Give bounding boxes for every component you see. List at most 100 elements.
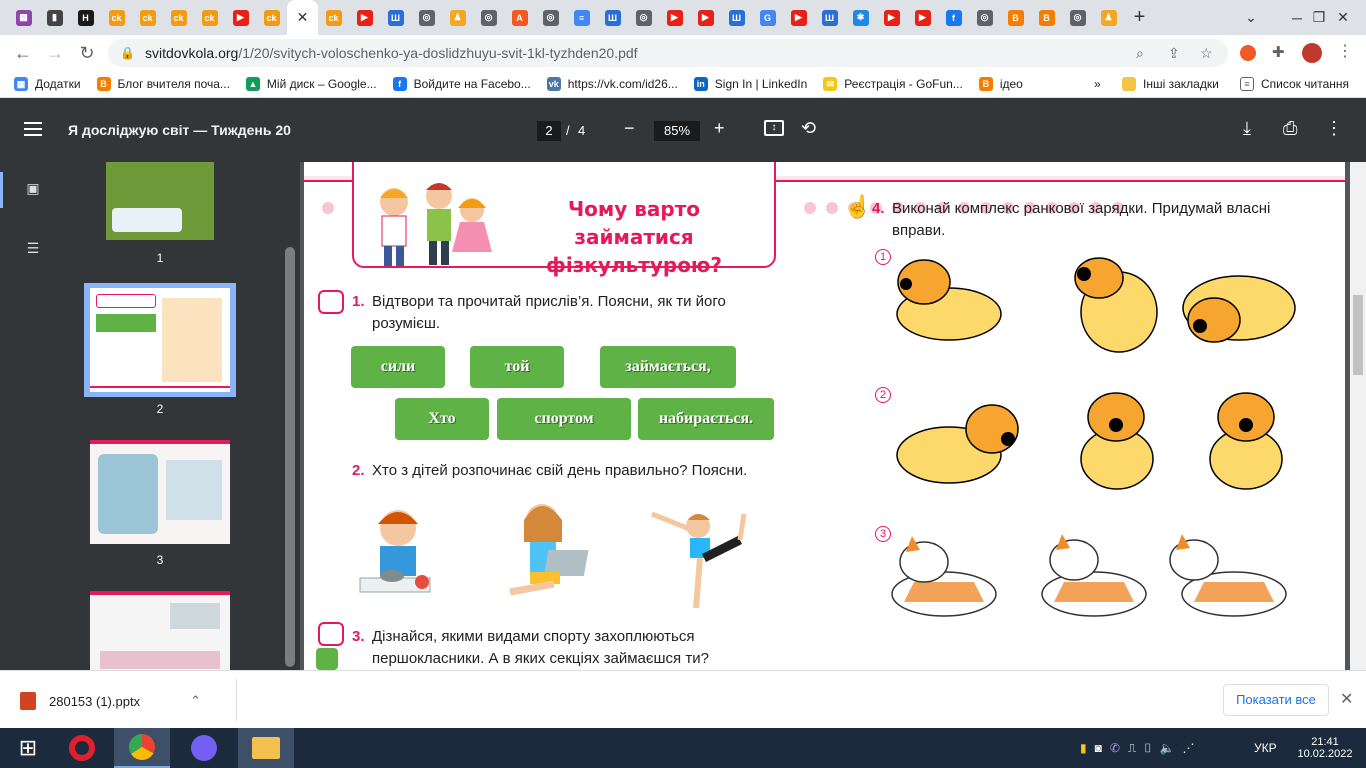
windows-start-icon[interactable]: ⊞ — [0, 728, 56, 768]
browser-tab[interactable]: ◎ — [969, 0, 1000, 35]
thumbnail-page-2[interactable] — [90, 288, 230, 392]
viber-icon[interactable] — [176, 728, 232, 768]
tab-search-icon[interactable]: ⌄ — [1228, 0, 1274, 35]
bookmark-item[interactable]: f Войдите на Facebo... — [385, 71, 539, 98]
browser-tab[interactable]: ck — [318, 0, 349, 35]
chrome-icon[interactable] — [114, 728, 170, 768]
browser-tab[interactable]: ◎ — [1062, 0, 1093, 35]
browser-tab[interactable]: ▶ — [876, 0, 907, 35]
download-item[interactable]: 280153 (1).pptx ⌃ — [20, 692, 201, 710]
signal-icon[interactable]: ⋰ — [1182, 741, 1194, 755]
main-scrollbar[interactable] — [1350, 162, 1366, 670]
puzzle-extensions-icon[interactable]: ✚ — [1272, 43, 1285, 61]
video-play-icon[interactable] — [316, 648, 338, 670]
download-icon[interactable]: ⤓ — [1243, 118, 1251, 139]
thumbnail-page-3[interactable] — [90, 440, 230, 544]
browser-tab[interactable]: ✱ — [845, 0, 876, 35]
viber-tray-icon[interactable]: ✆ — [1110, 741, 1120, 755]
browser-tab[interactable]: B — [1031, 0, 1062, 35]
fit-page-icon[interactable]: ↕ — [764, 120, 784, 136]
bookmark-item[interactable]: ▲ Мій диск – Google... — [238, 71, 385, 98]
browser-tab[interactable]: G — [752, 0, 783, 35]
defender-icon[interactable]: ▮ — [1080, 741, 1087, 755]
browser-tab[interactable]: ▶ — [783, 0, 814, 35]
close-download-bar-icon[interactable]: ✕ — [1340, 689, 1353, 709]
file-explorer-icon[interactable] — [238, 728, 294, 768]
zoom-out-icon[interactable]: − — [624, 118, 635, 139]
browser-tab[interactable]: ck — [163, 0, 194, 35]
browser-tab[interactable]: ◎ — [473, 0, 504, 35]
bookmark-item[interactable]: B Блог вчителя поча... — [89, 71, 238, 98]
browser-tab[interactable]: ◎ — [628, 0, 659, 35]
browser-tab[interactable]: ♟ — [442, 0, 473, 35]
browser-tab[interactable]: ◎ — [535, 0, 566, 35]
menu-hamburger-icon[interactable] — [24, 122, 42, 136]
rotate-icon[interactable]: ⟲ — [801, 118, 816, 139]
chevron-up-icon[interactable]: ⌃ — [190, 693, 201, 709]
more-options-icon[interactable]: ⋮ — [1325, 118, 1343, 139]
browser-tab[interactable]: Ш — [380, 0, 411, 35]
browser-tab[interactable]: ck — [101, 0, 132, 35]
thumbnail-num-1: 1 — [156, 251, 164, 265]
opera-icon[interactable] — [54, 728, 110, 768]
outline-view-icon[interactable]: ☰ — [22, 240, 44, 260]
browser-tab[interactable]: ck — [256, 0, 287, 35]
thumbnails-view-icon[interactable]: ▣ — [22, 180, 44, 200]
bookmark-item[interactable]: ✉ Реєстрація - GoFun... — [815, 71, 971, 98]
extension-icon[interactable] — [1240, 45, 1256, 61]
close-window-button[interactable]: ✕ — [1320, 0, 1366, 35]
forward-button[interactable]: → — [40, 38, 70, 68]
menu-icon[interactable]: ⋮ — [1337, 41, 1353, 61]
browser-tab[interactable]: ♟ — [1093, 0, 1124, 35]
new-tab-button[interactable]: + — [1124, 0, 1155, 35]
reading-list-button[interactable]: ≡ Список читання — [1232, 71, 1357, 98]
show-all-button[interactable]: Показати все — [1223, 684, 1329, 716]
address-bar[interactable]: 🔒 svitdovkola.org/1/20/svitych-voloschen… — [108, 39, 1228, 67]
sidebar-scrollbar[interactable] — [285, 247, 295, 667]
scrollbar-thumb[interactable] — [1353, 295, 1363, 375]
speaker-icon[interactable]: 🔈 — [1160, 741, 1175, 755]
browser-tab[interactable]: f — [938, 0, 969, 35]
browser-tab[interactable]: B — [1000, 0, 1031, 35]
browser-tab[interactable]: ▶ — [659, 0, 690, 35]
browser-tab[interactable]: ck — [132, 0, 163, 35]
print-icon[interactable]: ⎙ — [1283, 118, 1297, 139]
bookmark-item[interactable]: Bідео — [971, 71, 1031, 98]
bookmark-item[interactable]: ▦ Додатки — [6, 71, 89, 98]
bookmarks-overflow-button[interactable]: » — [1086, 71, 1109, 98]
usb-icon[interactable]: ⎍ — [1128, 741, 1136, 756]
browser-tab[interactable]: ▮ — [39, 0, 70, 35]
network-icon[interactable]: ⌷ — [1144, 741, 1151, 756]
bookmark-star-icon[interactable]: ☆ — [1200, 45, 1213, 62]
avatar[interactable] — [1302, 43, 1322, 63]
camera-icon[interactable]: ◙ — [1095, 741, 1102, 755]
browser-tab[interactable]: ≡ — [566, 0, 597, 35]
browser-tab[interactable]: Ш — [721, 0, 752, 35]
browser-tab[interactable]: ▶ — [349, 0, 380, 35]
browser-tab[interactable]: Ш — [597, 0, 628, 35]
reload-button[interactable]: ↻ — [72, 38, 102, 68]
share-icon[interactable]: ⇪ — [1168, 45, 1180, 62]
browser-tab[interactable]: ▶ — [225, 0, 256, 35]
browser-tab[interactable]: ▦ — [8, 0, 39, 35]
other-bookmarks-folder[interactable]: Інші закладки — [1114, 71, 1227, 98]
browser-tab[interactable]: A — [504, 0, 535, 35]
active-tab-close[interactable]: ✕ — [287, 0, 318, 35]
zoom-input[interactable]: 85% — [654, 121, 700, 141]
browser-tab[interactable]: ck — [194, 0, 225, 35]
page-number-input[interactable]: 2 — [537, 121, 561, 141]
thumbnail-page-1[interactable] — [106, 162, 214, 240]
back-button[interactable]: ← — [8, 38, 38, 68]
browser-tab[interactable]: ◎ — [411, 0, 442, 35]
zoom-in-icon[interactable]: + — [714, 118, 725, 139]
browser-tab[interactable]: Ш — [814, 0, 845, 35]
clock[interactable]: 21:41 10.02.2022 — [1297, 728, 1352, 768]
browser-tab[interactable]: ▶ — [690, 0, 721, 35]
search-icon[interactable]: ⌕ — [1136, 45, 1144, 62]
thumbnail-page-4[interactable] — [90, 591, 230, 670]
browser-tab[interactable]: ▶ — [907, 0, 938, 35]
bookmark-item[interactable]: in Sign In | LinkedIn — [686, 71, 816, 98]
browser-tab[interactable]: H — [70, 0, 101, 35]
language-indicator[interactable]: УКР — [1254, 728, 1277, 768]
bookmark-item[interactable]: vk https://vk.com/id26... — [539, 71, 686, 98]
